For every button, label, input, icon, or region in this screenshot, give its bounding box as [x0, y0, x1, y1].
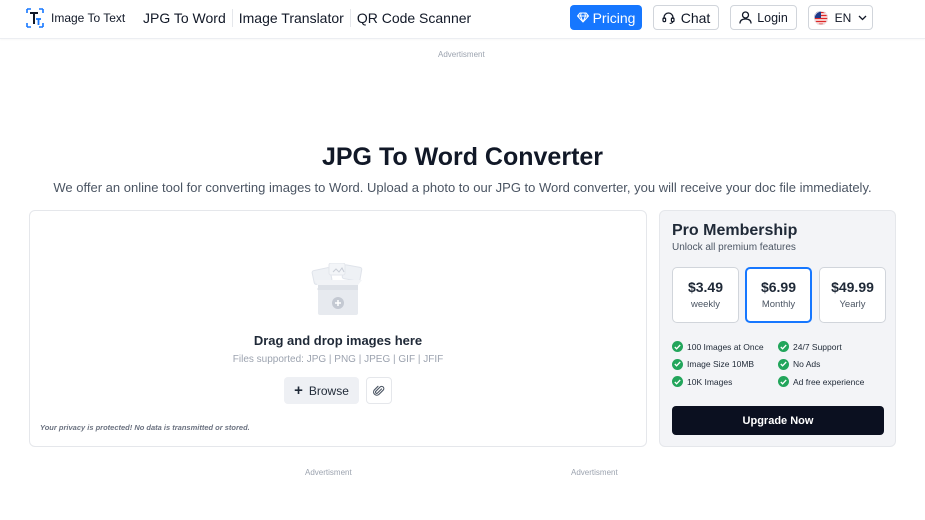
feature-label: 10K Images — [687, 376, 733, 387]
supported-formats: Files supported: JPG | PNG | JPEG | GIF … — [232, 354, 444, 365]
pro-title: Pro Membership — [672, 222, 798, 239]
us-flag-icon — [813, 10, 828, 25]
plus-icon: + — [294, 382, 303, 399]
check-circle-icon — [672, 376, 683, 387]
privacy-note: Your privacy is protected! No data is tr… — [40, 423, 250, 432]
chevron-down-icon — [858, 15, 867, 20]
check-circle-icon — [778, 341, 789, 352]
nav-jpg-to-word[interactable]: JPG To Word — [137, 9, 232, 27]
pro-subtitle: Unlock all premium features — [672, 242, 796, 253]
plan-period: weekly — [690, 299, 721, 310]
feature-label: 100 Images at Once — [687, 341, 764, 352]
headset-icon — [662, 12, 675, 24]
feature-item: 10K Images — [672, 376, 732, 387]
upgrade-now-button[interactable]: Upgrade Now — [672, 406, 884, 435]
page-subtitle: We offer an online tool for converting i… — [53, 180, 872, 195]
feature-label: 24/7 Support — [793, 341, 842, 352]
nav-qr-code-scanner[interactable]: QR Code Scanner — [349, 9, 477, 27]
plan-monthly[interactable]: $6.99 Monthly — [745, 267, 812, 323]
upload-dropzone[interactable]: Drag and drop images here Files supporte… — [29, 210, 647, 447]
login-label: Login — [757, 10, 788, 25]
paperclip-icon — [373, 385, 385, 396]
attach-button[interactable] — [366, 377, 392, 404]
plan-price: $3.49 — [687, 279, 724, 295]
feature-label: No Ads — [793, 359, 821, 369]
check-circle-icon — [778, 358, 789, 370]
ad-label-bottom-right: Advertisment — [571, 468, 618, 477]
pro-membership-card: Pro Membership Unlock all premium featur… — [659, 210, 896, 447]
diamond-icon — [576, 12, 589, 23]
feature-label: Image Size 10MB — [687, 359, 755, 369]
feature-label: Ad free experience — [793, 376, 865, 387]
check-circle-icon — [672, 341, 683, 352]
plan-yearly[interactable]: $49.99 Yearly — [819, 267, 886, 323]
ad-label-top: Advertisment — [438, 50, 485, 59]
nav-image-translator[interactable]: Image Translator — [231, 9, 350, 27]
upload-box-icon — [311, 263, 363, 315]
pricing-button[interactable]: Pricing — [570, 5, 642, 30]
logo-icon — [26, 8, 44, 28]
language-selector[interactable]: EN — [808, 5, 873, 30]
browse-label: Browse — [308, 383, 349, 398]
check-circle-icon — [778, 376, 789, 387]
browse-button[interactable]: + Browse — [284, 377, 359, 404]
pricing-label: Pricing — [592, 9, 636, 26]
chat-button[interactable]: Chat — [653, 5, 719, 30]
feature-item: 24/7 Support — [778, 341, 842, 352]
language-label: EN — [834, 10, 852, 25]
logo[interactable]: Image To Text — [25, 7, 125, 29]
check-circle-icon — [672, 358, 683, 370]
login-button[interactable]: Login — [730, 5, 797, 30]
main-nav: JPG To Word Image Translator QR Code Sca… — [137, 9, 477, 27]
user-icon — [739, 11, 752, 24]
plan-period: Yearly — [839, 299, 866, 310]
feature-item: 100 Images at Once — [672, 341, 764, 352]
drag-drop-title: Drag and drop images here — [253, 333, 423, 348]
feature-item: No Ads — [778, 358, 821, 370]
feature-item: Ad free experience — [778, 376, 864, 387]
chat-label: Chat — [680, 9, 711, 26]
site-header: Image To Text JPG To Word Image Translat… — [0, 0, 925, 39]
plan-price: $6.99 — [760, 279, 797, 295]
feature-item: Image Size 10MB — [672, 358, 755, 370]
plan-period: Monthly — [761, 299, 796, 310]
ad-label-bottom-left: Advertisment — [305, 468, 352, 477]
plan-weekly[interactable]: $3.49 weekly — [672, 267, 739, 323]
logo-text: Image To Text — [51, 11, 126, 25]
page-title: JPG To Word Converter — [321, 143, 604, 171]
plan-price: $49.99 — [831, 279, 874, 295]
